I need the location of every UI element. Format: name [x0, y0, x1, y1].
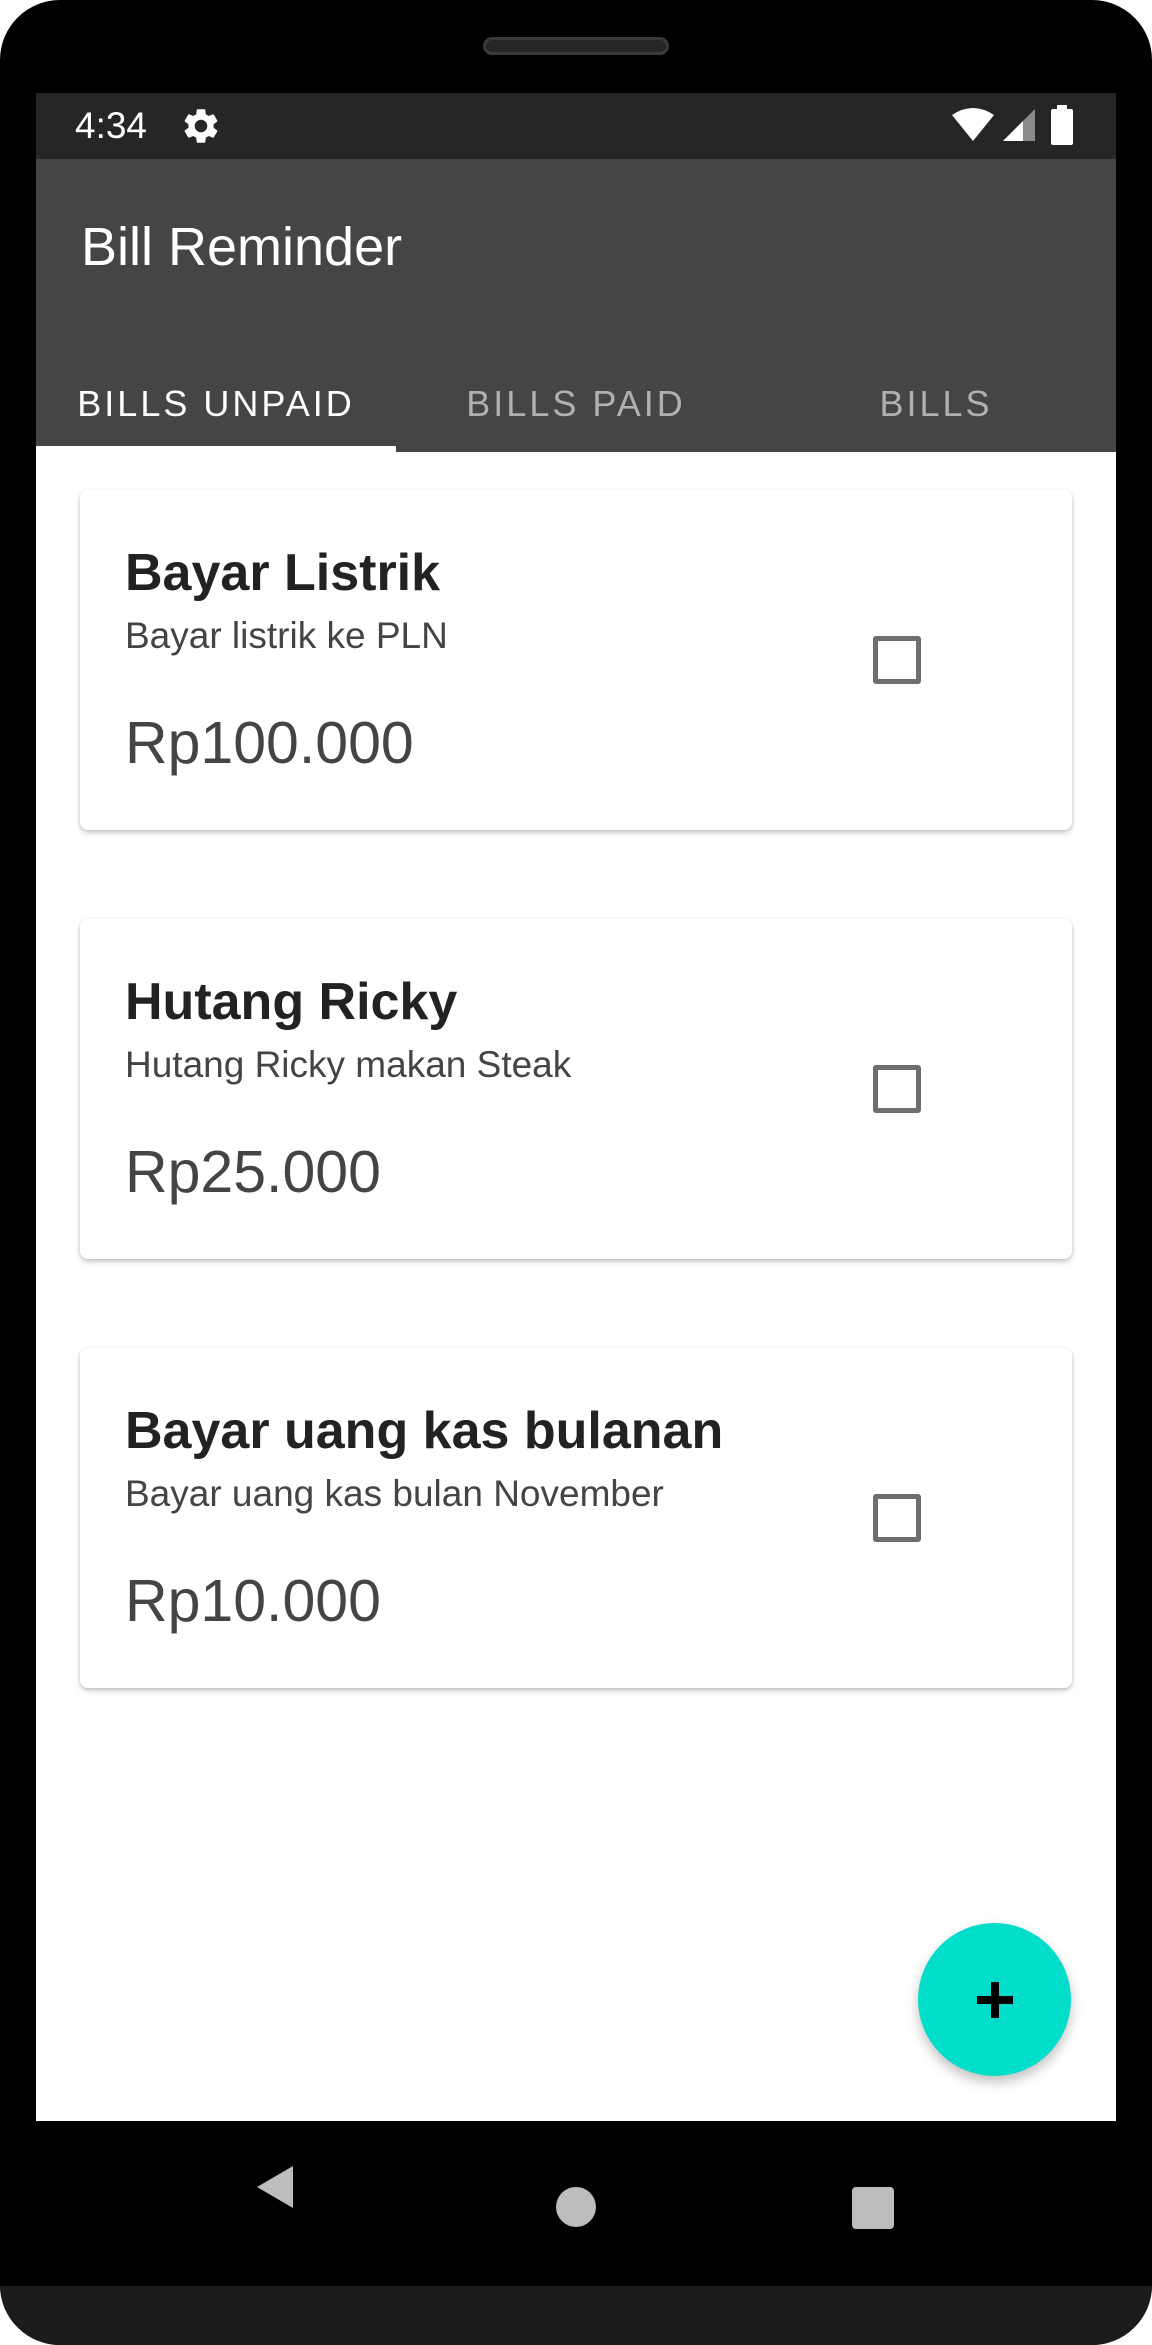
wifi-icon — [952, 108, 994, 141]
bill-card[interactable]: Bayar Listrik Bayar listrik ke PLN Rp100… — [80, 490, 1072, 830]
bill-name: Hutang Ricky — [125, 973, 458, 1031]
device-chin — [0, 2286, 1152, 2345]
bill-card[interactable]: Hutang Ricky Hutang Ricky makan Steak Rp… — [80, 919, 1072, 1259]
settings-gear-icon — [184, 109, 218, 143]
bill-amount: Rp100.000 — [125, 710, 414, 776]
battery-icon — [1051, 105, 1073, 145]
paid-checkbox[interactable] — [873, 1065, 921, 1113]
status-bar: 4:34 — [36, 93, 1116, 159]
bill-amount: Rp10.000 — [125, 1568, 381, 1634]
tab-bills-paid[interactable]: BILLS PAID — [396, 355, 756, 452]
paid-checkbox[interactable] — [873, 1494, 921, 1542]
system-nav-bar — [0, 2121, 1152, 2286]
bill-description: Hutang Ricky makan Steak — [125, 1044, 572, 1085]
back-icon[interactable] — [255, 2164, 295, 2210]
app-screen: 4:34 Bill Reminder BILLS UNPAID BILLS PA… — [36, 93, 1116, 2121]
recents-icon[interactable] — [852, 2187, 894, 2229]
bill-amount: Rp25.000 — [125, 1139, 381, 1205]
bill-card[interactable]: Bayar uang kas bulanan Bayar uang kas bu… — [80, 1348, 1072, 1688]
plus-icon — [976, 1981, 1013, 2018]
tab-bar: BILLS UNPAID BILLS PAID BILLS — [36, 355, 1116, 452]
bill-description: Bayar listrik ke PLN — [125, 615, 448, 656]
bill-name: Bayar Listrik — [125, 544, 441, 602]
home-icon[interactable] — [556, 2187, 596, 2227]
tab-bills[interactable]: BILLS — [756, 355, 1116, 452]
paid-checkbox[interactable] — [873, 636, 921, 684]
bill-name: Bayar uang kas bulanan — [125, 1402, 724, 1460]
add-bill-button[interactable] — [918, 1923, 1071, 2076]
earpiece-speaker — [483, 37, 669, 55]
tab-bills-unpaid[interactable]: BILLS UNPAID — [36, 355, 396, 452]
cell-signal-icon — [1003, 109, 1035, 141]
device-frame: 4:34 Bill Reminder BILLS UNPAID BILLS PA… — [0, 0, 1152, 2345]
app-title: Bill Reminder — [81, 217, 403, 277]
status-time: 4:34 — [75, 105, 148, 146]
bill-description: Bayar uang kas bulan November — [125, 1473, 664, 1514]
app-bar: Bill Reminder BILLS UNPAID BILLS PAID BI… — [36, 159, 1116, 452]
